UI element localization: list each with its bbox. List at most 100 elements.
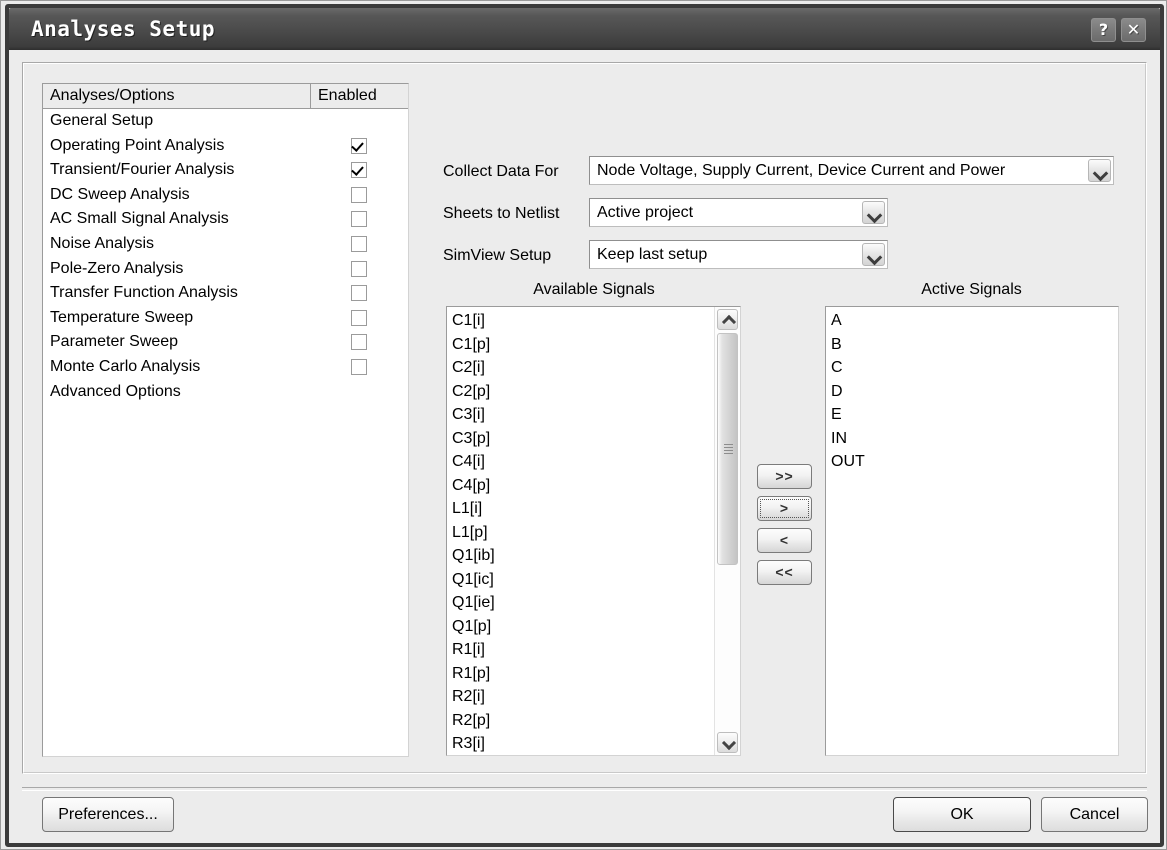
analyses-row[interactable]: Parameter Sweep [43,330,408,355]
active-signal-item[interactable]: A [831,309,865,333]
analyses-row-label: Transient/Fourier Analysis [50,158,234,183]
analyses-row-label: General Setup [50,109,153,134]
available-signals-scrollbar[interactable] [714,307,740,755]
move-left-button[interactable]: < [757,528,812,553]
analyses-list-panel[interactable]: Analyses/Options Enabled General SetupOp… [42,83,409,757]
scrollbar-thumb[interactable] [717,333,738,565]
move-right-button[interactable]: > [757,496,812,521]
analyses-row[interactable]: Pole-Zero Analysis [43,257,408,282]
available-signal-item[interactable]: R2[i] [452,685,495,709]
analyses-row-enabled-checkbox[interactable] [351,138,367,154]
analyses-row-label: Operating Point Analysis [50,134,224,159]
available-signal-item[interactable]: R3[i] [452,732,495,756]
collect-data-for-label: Collect Data For [443,163,559,181]
analyses-row[interactable]: AC Small Signal Analysis [43,207,408,232]
titlebar[interactable]: Analyses Setup ? ✕ [9,8,1160,50]
active-signal-item[interactable]: IN [831,427,865,451]
analyses-row-enabled-checkbox[interactable] [351,187,367,203]
available-signal-item[interactable]: L1[i] [452,497,495,521]
analyses-row-label: Pole-Zero Analysis [50,257,183,282]
available-signal-item[interactable]: R3[p] [452,756,495,757]
simview-setup-select[interactable]: Keep last setup [589,240,888,269]
preferences-button[interactable]: Preferences... [42,797,174,832]
footer-divider [22,787,1147,791]
close-icon[interactable]: ✕ [1121,18,1146,42]
available-signal-item[interactable]: Q1[ic] [452,568,495,592]
available-signal-item[interactable]: Q1[p] [452,615,495,639]
available-signals-items[interactable]: C1[i]C1[p]C2[i]C2[p]C3[i]C3[p]C4[i]C4[p]… [452,309,495,756]
column-header-analyses-options[interactable]: Analyses/Options [43,84,311,108]
chevron-down-icon[interactable] [862,243,885,266]
analyses-row[interactable]: Advanced Options [43,380,408,405]
help-icon[interactable]: ? [1091,18,1116,42]
chevron-down-icon[interactable] [1088,159,1111,182]
active-signal-item[interactable]: D [831,380,865,404]
scrollbar-grip-icon [724,444,733,454]
active-signal-item[interactable]: E [831,403,865,427]
sheets-to-netlist-value: Active project [597,199,693,226]
available-signal-item[interactable]: Q1[ib] [452,544,495,568]
active-signals-title: Active Signals [824,281,1119,299]
available-signal-item[interactable]: C1[p] [452,333,495,357]
analyses-row-label: Monte Carlo Analysis [50,355,200,380]
analyses-row-enabled-checkbox[interactable] [351,334,367,350]
available-signal-item[interactable]: C3[i] [452,403,495,427]
analyses-row-label: Noise Analysis [50,232,154,257]
ok-button[interactable]: OK [893,797,1031,832]
analyses-row-enabled-checkbox[interactable] [351,211,367,227]
chevron-down-icon[interactable] [862,201,885,224]
simview-setup-value: Keep last setup [597,241,707,268]
column-header-enabled[interactable]: Enabled [311,84,408,108]
collect-data-for-value: Node Voltage, Supply Current, Device Cur… [597,157,1005,184]
analyses-row[interactable]: Temperature Sweep [43,306,408,331]
analyses-row-label: Temperature Sweep [50,306,193,331]
analyses-row[interactable]: Monte Carlo Analysis [43,355,408,380]
available-signal-item[interactable]: C2[i] [452,356,495,380]
analyses-row-enabled-checkbox[interactable] [351,359,367,375]
analyses-row-enabled-checkbox[interactable] [351,162,367,178]
analyses-row[interactable]: Transfer Function Analysis [43,281,408,306]
active-signal-item[interactable]: OUT [831,450,865,474]
available-signal-item[interactable]: C1[i] [452,309,495,333]
available-signals-list[interactable]: C1[i]C1[p]C2[i]C2[p]C3[i]C3[p]C4[i]C4[p]… [446,306,741,756]
active-signals-items[interactable]: ABCDEINOUT [831,309,865,474]
window-title: Analyses Setup [31,17,215,41]
available-signal-item[interactable]: Q1[ie] [452,591,495,615]
analyses-row-label: Parameter Sweep [50,330,178,355]
analyses-row-enabled-checkbox[interactable] [351,261,367,277]
available-signal-item[interactable]: C2[p] [452,380,495,404]
available-signal-item[interactable]: L1[p] [452,521,495,545]
analyses-row[interactable]: Transient/Fourier Analysis [43,158,408,183]
available-signal-item[interactable]: C4[p] [452,474,495,498]
analyses-row[interactable]: General Setup [43,109,408,134]
analyses-row-label: DC Sweep Analysis [50,183,190,208]
active-signal-item[interactable]: B [831,333,865,357]
analyses-row[interactable]: Operating Point Analysis [43,134,408,159]
analyses-row[interactable]: DC Sweep Analysis [43,183,408,208]
analyses-row-label: Transfer Function Analysis [50,281,238,306]
scroll-down-icon[interactable] [717,732,738,753]
cancel-button[interactable]: Cancel [1041,797,1148,832]
analyses-row[interactable]: Noise Analysis [43,232,408,257]
scroll-up-icon[interactable] [717,309,738,330]
available-signal-item[interactable]: R2[p] [452,709,495,733]
analyses-list-header: Analyses/Options Enabled [43,84,408,109]
move-all-left-button[interactable]: << [757,560,812,585]
collect-data-for-select[interactable]: Node Voltage, Supply Current, Device Cur… [589,156,1114,185]
analyses-row-label: AC Small Signal Analysis [50,207,229,232]
sheets-to-netlist-select[interactable]: Active project [589,198,888,227]
available-signal-item[interactable]: R1[i] [452,638,495,662]
available-signal-item[interactable]: C4[i] [452,450,495,474]
sheets-to-netlist-label: Sheets to Netlist [443,205,560,223]
active-signals-list[interactable]: ABCDEINOUT [825,306,1119,756]
move-all-right-button[interactable]: >> [757,464,812,489]
simview-setup-label: SimView Setup [443,247,551,265]
analyses-row-enabled-checkbox[interactable] [351,236,367,252]
available-signal-item[interactable]: C3[p] [452,427,495,451]
analyses-row-enabled-checkbox[interactable] [351,310,367,326]
available-signal-item[interactable]: R1[p] [452,662,495,686]
analyses-row-label: Advanced Options [50,380,181,405]
analyses-row-enabled-checkbox[interactable] [351,285,367,301]
active-signal-item[interactable]: C [831,356,865,380]
analyses-list-rows: General SetupOperating Point AnalysisTra… [43,109,408,756]
